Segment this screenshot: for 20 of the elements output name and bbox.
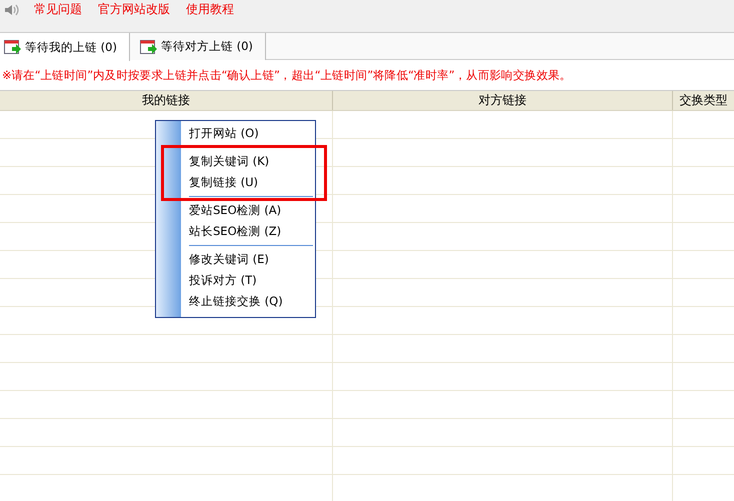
column-header[interactable]: 我的链接	[0, 91, 333, 110]
tab[interactable]: 等待我的上链 (0)	[0, 33, 130, 61]
notice-text: ※请在“上链时间”内及时按要求上链并点击“确认上链”，超出“上链时间”将降低“准时率”，从而影响交换效果。	[1, 67, 572, 84]
calendar-icon	[4, 39, 22, 55]
menu-item[interactable]: 复制链接 (U)	[189, 172, 315, 193]
column-header[interactable]: 交换类型	[673, 91, 734, 110]
tab[interactable]: 等待对方上链 (0)	[130, 33, 266, 60]
menu-item[interactable]: 复制关键词 (K)	[189, 151, 315, 172]
toolbar-link[interactable]: 使用教程	[186, 2, 234, 16]
menu-item[interactable]: 终止链接交换 (Q)	[189, 291, 315, 312]
menu-item[interactable]: 打开网站 (O)	[189, 123, 315, 144]
menu-item[interactable]: 站长SEO检测 (Z)	[189, 221, 315, 242]
toolbar-link[interactable]: 常见问题	[34, 2, 82, 16]
column-header[interactable]: 对方链接	[333, 91, 673, 110]
calendar-icon	[140, 38, 158, 54]
menu-item[interactable]: 修改关键词 (E)	[189, 249, 315, 270]
menu-item[interactable]: 爱站SEO检测 (A)	[189, 200, 315, 221]
speaker-icon[interactable]	[4, 3, 20, 17]
toolbar-link[interactable]: 官方网站改版	[98, 2, 170, 16]
menu-item[interactable]: 投诉对方 (T)	[189, 270, 315, 291]
